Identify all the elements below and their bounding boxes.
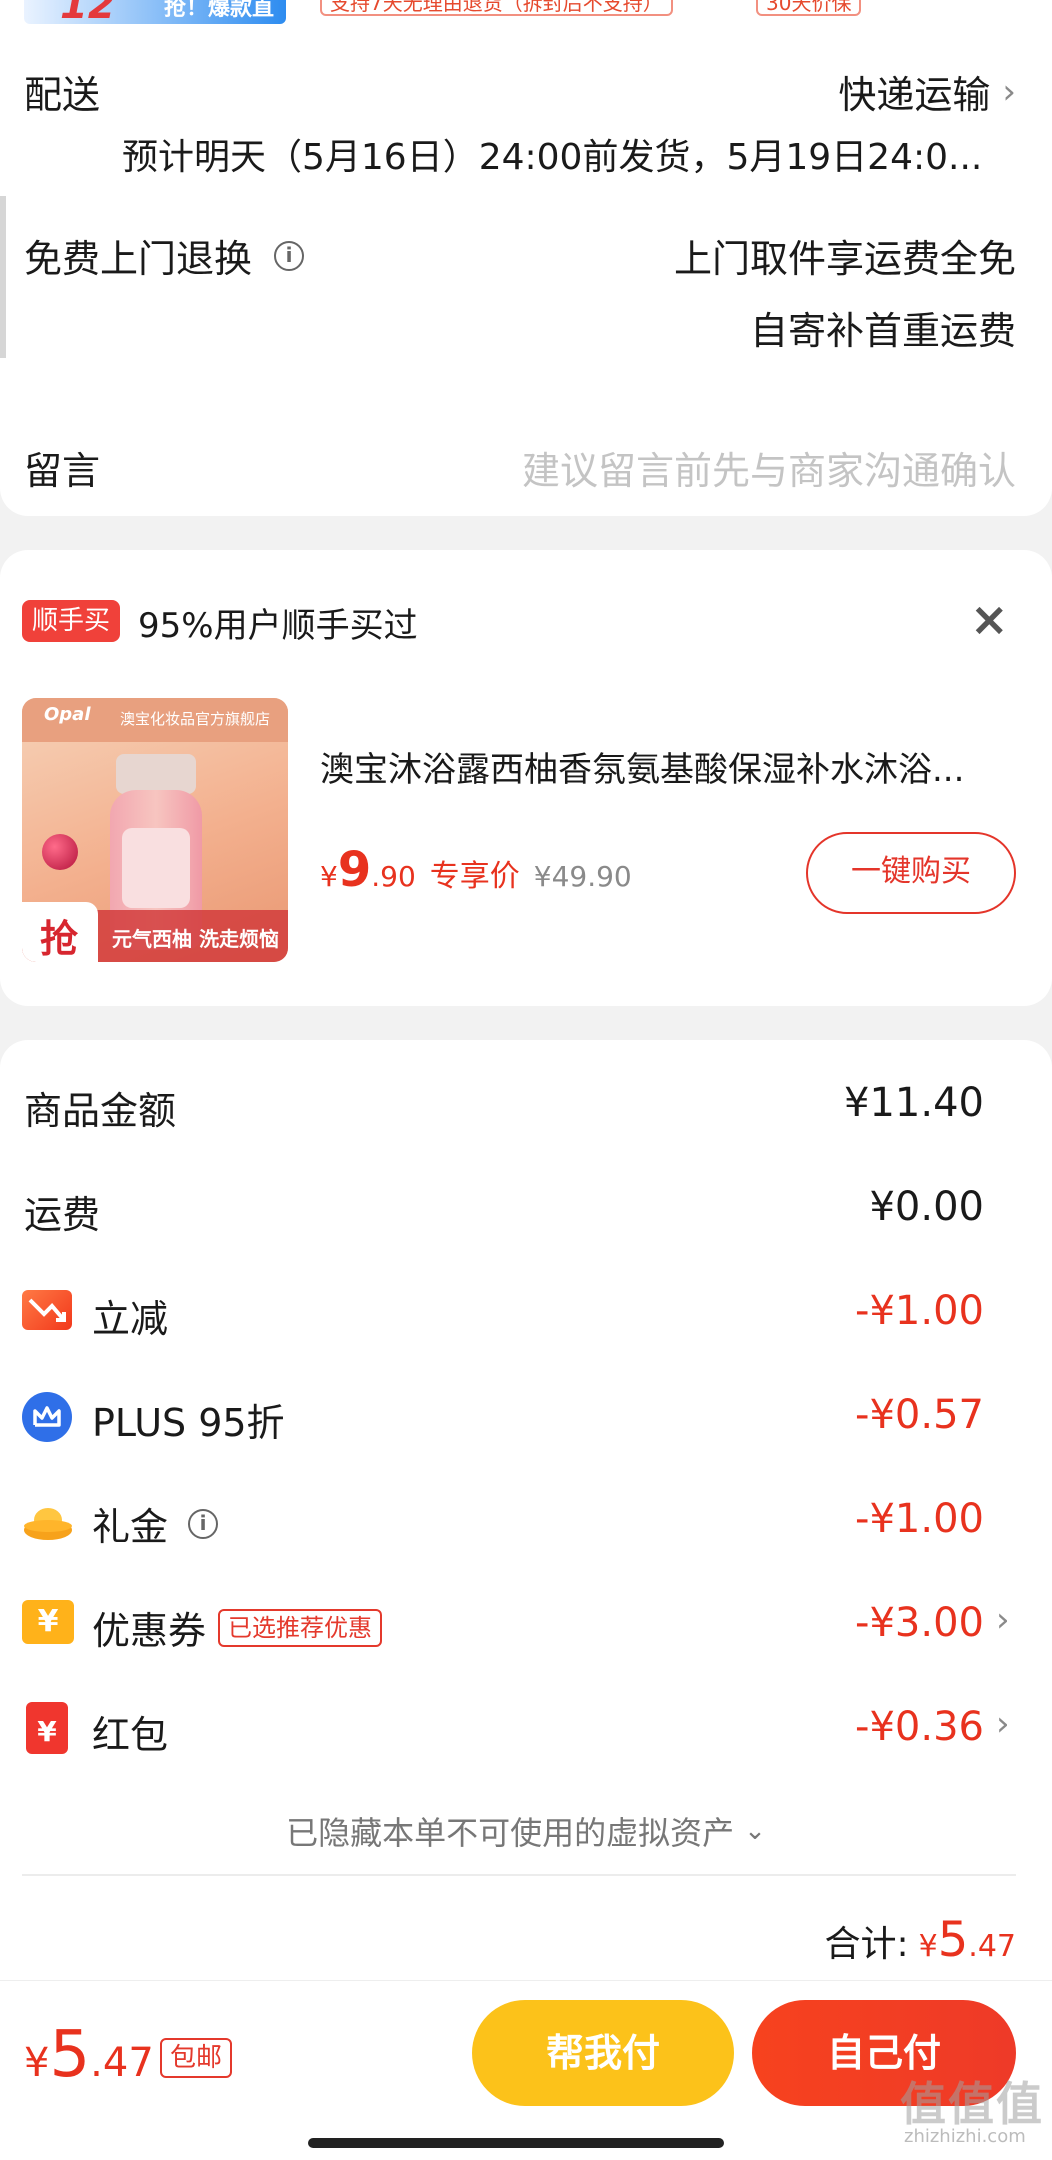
- instant-discount-value: -¥1.00: [855, 1288, 984, 1334]
- promo-badge-text: 抢！爆款直降: [164, 0, 275, 30]
- thumb-slogan: 元气西柚 洗走烦恼: [112, 927, 279, 951]
- thumb-store: 澳宝化妆品官方旗舰店: [120, 710, 271, 728]
- delivery-method-selector[interactable]: 快递运输 ›: [838, 64, 1016, 119]
- hidden-assets-toggle[interactable]: 已隐藏本单不可使用的虚拟资产 ⌄: [0, 1808, 1052, 1854]
- plus-discount-value: -¥0.57: [855, 1392, 984, 1438]
- footer-price: ¥ 5 .47: [24, 2018, 154, 2092]
- free-shipping-tag: 包邮: [160, 2038, 233, 2078]
- goods-amount-value: ¥11.40: [844, 1080, 984, 1126]
- upsell-product-name[interactable]: 澳宝沐浴露西柚香氛氨基酸保湿补水沐浴...: [320, 742, 1000, 791]
- upsell-title: 95%用户顺手买过: [138, 606, 418, 646]
- free-return-row: 免费上门退换 i: [24, 228, 305, 283]
- coupon-icon: ¥: [22, 1600, 74, 1644]
- coupon-value[interactable]: -¥3.00: [684, 1600, 984, 1646]
- upsell-price-symbol: ¥: [320, 860, 338, 893]
- left-scroll-indicator: [0, 196, 6, 358]
- gift-money-label: 礼金: [92, 1505, 169, 1549]
- one-click-buy-button[interactable]: 一键购买: [806, 832, 1016, 914]
- red-packet-icon: ¥: [26, 1702, 68, 1754]
- info-icon[interactable]: i: [274, 240, 305, 271]
- chevron-right-icon[interactable]: ›: [996, 1600, 1010, 1640]
- total-label: 合计:: [824, 1924, 909, 1965]
- total-int: 5: [937, 1912, 969, 1968]
- delivery-method-value: 快递运输: [838, 73, 991, 117]
- watermark-logo: 值值值: [900, 2077, 1044, 2131]
- coupon-recommend-tag: 已选推荐优惠: [218, 1608, 383, 1647]
- top-strip: 12 抢！爆款直降 支持7天无理由退货（拆封后不支持） 30天价保: [0, 0, 1052, 30]
- order-total: 合计: ¥ 5 .47: [825, 1912, 1017, 1968]
- home-indicator[interactable]: [308, 2138, 724, 2148]
- free-return-line1: 上门取件享运费全免: [673, 237, 1016, 281]
- delivery-estimate: 预计明天（5月16日）24:00前发货，5月19日24:0...: [122, 137, 982, 178]
- free-return-line2: 自寄补首重运费: [749, 309, 1016, 353]
- message-label: 留言: [24, 449, 101, 493]
- footer-price-symbol: ¥: [24, 2040, 50, 2086]
- plus-discount-label: PLUS 95折: [92, 1401, 285, 1445]
- footer-price-dec: .47: [90, 2040, 154, 2086]
- free-return-label: 免费上门退换: [24, 237, 253, 281]
- price-protect-tag: 30天价保: [756, 0, 862, 16]
- delivery-label: 配送: [24, 73, 101, 117]
- promo-badge-number: 12: [60, 0, 116, 28]
- gift-money-value: -¥1.00: [855, 1496, 984, 1542]
- upsell-price-int: 9: [337, 842, 372, 898]
- chevron-down-icon: ⌄: [744, 1816, 766, 1846]
- hidden-assets-note: 已隐藏本单不可使用的虚拟资产: [286, 1814, 735, 1852]
- thumb-grab: 抢: [40, 917, 79, 961]
- shipping-value: ¥0.00: [869, 1184, 984, 1230]
- gift-money-icon: [22, 1502, 74, 1542]
- product-thumbnail[interactable]: Opal 澳宝化妆品官方旗舰店 抢 元气西柚 洗走烦恼: [22, 698, 288, 962]
- red-packet-label: 红包: [92, 1713, 169, 1757]
- footer-price-int: 5: [49, 2018, 91, 2092]
- gift-money-row: 礼金 i: [92, 1496, 219, 1551]
- chevron-right-icon: ›: [1002, 71, 1016, 112]
- instant-discount-icon: [22, 1290, 72, 1330]
- total-symbol: ¥: [918, 1929, 938, 1964]
- red-packet-value[interactable]: -¥0.36: [684, 1704, 984, 1750]
- goods-amount-label: 商品金额: [24, 1089, 177, 1133]
- message-input[interactable]: 建议留言前先与商家沟通确认: [522, 440, 1016, 495]
- watermark-url: zhizhizhi.com: [904, 2126, 1026, 2147]
- total-dec: .47: [968, 1929, 1016, 1964]
- close-icon[interactable]: ×: [970, 592, 1009, 646]
- instant-discount-label: 立减: [92, 1297, 169, 1341]
- chevron-right-icon[interactable]: ›: [996, 1704, 1010, 1744]
- info-icon[interactable]: i: [188, 1508, 219, 1539]
- summary-divider: [22, 1874, 1016, 1876]
- help-pay-button[interactable]: 帮我付: [472, 2000, 734, 2106]
- coupon-row[interactable]: 优惠券 已选推荐优惠: [92, 1600, 383, 1655]
- upsell-price-dec: .90: [371, 860, 416, 893]
- upsell-price: ¥ 9 .90 专享价 ¥49.90: [320, 842, 632, 898]
- promo-badge: 12 抢！爆款直降: [24, 0, 286, 30]
- upsell-price-label: 专享价: [429, 859, 520, 894]
- return-policy-tag: 支持7天无理由退货（拆封后不支持）: [320, 0, 673, 16]
- upsell-original-price: ¥49.90: [533, 860, 632, 893]
- thumb-brand: Opal: [44, 704, 91, 725]
- upsell-tag: 顺手买: [22, 600, 121, 642]
- plus-crown-icon: [22, 1392, 72, 1442]
- coupon-label: 优惠券: [92, 1609, 207, 1653]
- shipping-label: 运费: [24, 1193, 101, 1237]
